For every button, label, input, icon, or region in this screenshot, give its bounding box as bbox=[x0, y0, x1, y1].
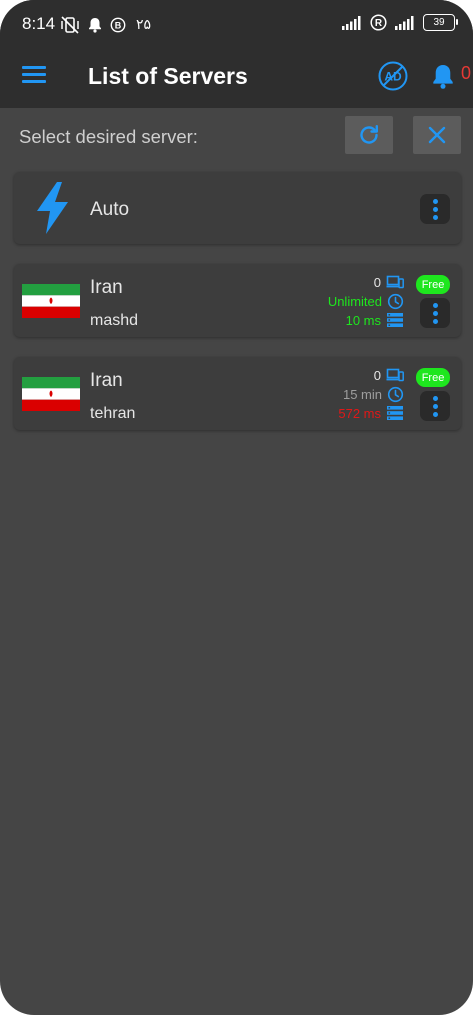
free-badge: Free bbox=[416, 368, 450, 387]
signal-icon-2 bbox=[395, 15, 414, 30]
server-city: mashd bbox=[90, 312, 139, 329]
more-dot bbox=[432, 214, 438, 220]
server-card-tehran[interactable]: Iran tehran 0 15 min 572 ms Free bbox=[14, 357, 461, 430]
bell-icon bbox=[433, 65, 453, 89]
more-dot bbox=[432, 310, 438, 316]
status-icons-right: R 39 bbox=[341, 14, 458, 31]
server-city: tehran bbox=[90, 405, 136, 422]
devices-icon bbox=[386, 368, 404, 382]
battery-level: 39 bbox=[433, 17, 445, 28]
server-ping-stat: 10 ms bbox=[346, 311, 404, 329]
status-icons-left: B ۲۵ bbox=[60, 15, 151, 35]
phone-screen: 8:14 B ۲۵ R 39 List of Servers 0 Select … bbox=[0, 0, 473, 1015]
server-rack-icon bbox=[387, 406, 403, 420]
hamburger-icon bbox=[22, 66, 46, 69]
notification-bell-icon bbox=[89, 18, 101, 33]
clock-icon bbox=[387, 293, 404, 309]
battery-icon: 39 bbox=[423, 14, 458, 31]
server-rack-icon bbox=[387, 313, 403, 327]
server-users-stat: 0 bbox=[374, 273, 404, 291]
refresh-button[interactable] bbox=[345, 116, 393, 154]
iran-flag-icon bbox=[22, 284, 80, 318]
devices-icon bbox=[386, 275, 404, 289]
auto-server-card[interactable]: Auto bbox=[14, 172, 461, 244]
refresh-icon bbox=[360, 125, 378, 144]
server-more-button[interactable] bbox=[420, 298, 450, 328]
more-dot bbox=[432, 206, 438, 212]
status-extra-text: ۲۵ bbox=[136, 17, 152, 33]
free-badge: Free bbox=[416, 275, 450, 294]
hamburger-icon-line bbox=[22, 73, 46, 76]
server-time-limit: 15 min bbox=[342, 386, 382, 402]
hamburger-icon-line bbox=[22, 80, 46, 83]
more-dot bbox=[432, 403, 438, 409]
server-card-mashd[interactable]: Iran mashd 0 Unlimited 10 ms Free bbox=[14, 264, 461, 337]
selection-header: Select desired server: bbox=[0, 108, 473, 164]
svg-text:B: B bbox=[115, 21, 122, 31]
server-users-stat: 0 bbox=[374, 366, 404, 384]
status-time: 8:14 bbox=[22, 14, 56, 33]
close-icon bbox=[428, 126, 446, 144]
more-dot bbox=[432, 318, 438, 324]
more-vertical-icon bbox=[432, 395, 438, 401]
notification-count: 0 bbox=[461, 63, 472, 83]
more-vertical-icon bbox=[432, 198, 438, 204]
vibrate-off-icon bbox=[61, 16, 79, 34]
app-b-icon: B bbox=[110, 17, 126, 33]
server-users: 0 bbox=[373, 367, 381, 383]
iran-flag-icon bbox=[22, 377, 80, 411]
server-country: Iran bbox=[90, 277, 123, 298]
server-ping: 10 ms bbox=[345, 312, 381, 328]
clock-icon bbox=[387, 386, 404, 402]
page-title: List of Servers bbox=[88, 63, 248, 89]
roaming-icon: R bbox=[370, 14, 387, 31]
close-button[interactable] bbox=[413, 116, 461, 154]
server-more-button[interactable] bbox=[420, 391, 450, 421]
no-ads-icon: AD bbox=[378, 61, 408, 91]
signal-icon bbox=[342, 15, 361, 30]
server-time-stat: Unlimited bbox=[328, 292, 404, 310]
more-vertical-icon bbox=[432, 302, 438, 308]
remove-ads-button[interactable]: AD bbox=[377, 60, 409, 92]
server-ping-stat: 572 ms bbox=[338, 404, 404, 422]
server-time-limit: Unlimited bbox=[327, 293, 382, 309]
server-time-stat: 15 min bbox=[343, 385, 404, 403]
select-server-label: Select desired server: bbox=[19, 126, 198, 147]
server-users: 0 bbox=[373, 274, 381, 290]
server-country: Iran bbox=[90, 370, 123, 391]
notifications-button[interactable] bbox=[430, 62, 456, 90]
status-bar: 8:14 B ۲۵ R 39 bbox=[0, 0, 473, 50]
auto-label: Auto bbox=[90, 199, 130, 220]
svg-text:R: R bbox=[375, 18, 383, 29]
app-bar: List of Servers AD 0 bbox=[0, 50, 473, 108]
lightning-bolt-icon bbox=[37, 182, 68, 234]
server-ping: 572 ms bbox=[338, 405, 381, 421]
auto-more-button[interactable] bbox=[420, 194, 450, 224]
menu-button[interactable] bbox=[22, 66, 46, 86]
more-dot bbox=[432, 411, 438, 417]
